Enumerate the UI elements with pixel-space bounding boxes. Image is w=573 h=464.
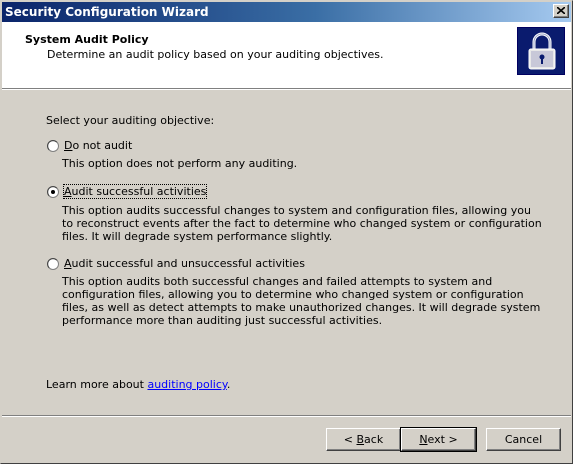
- back-button[interactable]: < Back: [326, 428, 401, 451]
- objective-prompt: Select your auditing objective:: [46, 114, 215, 127]
- wizard-header: System Audit Policy Determine an audit p…: [2, 22, 571, 88]
- radio-button-unselected-icon[interactable]: [47, 258, 59, 270]
- cancel-button[interactable]: Cancel: [486, 428, 561, 451]
- padlock-icon: [517, 27, 565, 75]
- radio-label-audit-successful[interactable]: Audit successful activities: [62, 184, 208, 199]
- radio-button-unselected-icon[interactable]: [47, 140, 59, 152]
- next-button[interactable]: Next >: [400, 427, 477, 452]
- learn-more-suffix: .: [226, 378, 231, 391]
- radio-button-selected-icon[interactable]: [47, 186, 59, 198]
- option-description-audit-successful-and-unsuccessful: This option audits both successful chang…: [62, 275, 541, 327]
- title-bar[interactable]: Security Configuration Wizard: [2, 2, 571, 22]
- wizard-window: Security Configuration Wizard System Aud…: [0, 0, 573, 464]
- option-description-do-not-audit: This option does not perform any auditin…: [62, 157, 298, 170]
- header-divider-highlight: [2, 89, 571, 90]
- learn-more-prefix: Learn more about: [46, 378, 148, 391]
- radio-label-audit-successful-and-unsuccessful[interactable]: Audit successful and unsuccessful activi…: [64, 257, 305, 270]
- option-description-audit-successful: This option audits successful changes to…: [62, 204, 542, 243]
- radio-label-do-not-audit[interactable]: Do not audit: [64, 139, 132, 152]
- window-title: Security Configuration Wizard: [5, 5, 209, 19]
- page-title: System Audit Policy: [25, 33, 149, 46]
- footer-divider-highlight: [2, 416, 571, 417]
- learn-more-text: Learn more about auditing policy.: [46, 378, 230, 391]
- page-subtitle: Determine an audit policy based on your …: [47, 48, 384, 61]
- close-button[interactable]: [553, 4, 569, 18]
- close-icon: [557, 7, 565, 14]
- auditing-policy-link[interactable]: auditing policy: [147, 378, 226, 391]
